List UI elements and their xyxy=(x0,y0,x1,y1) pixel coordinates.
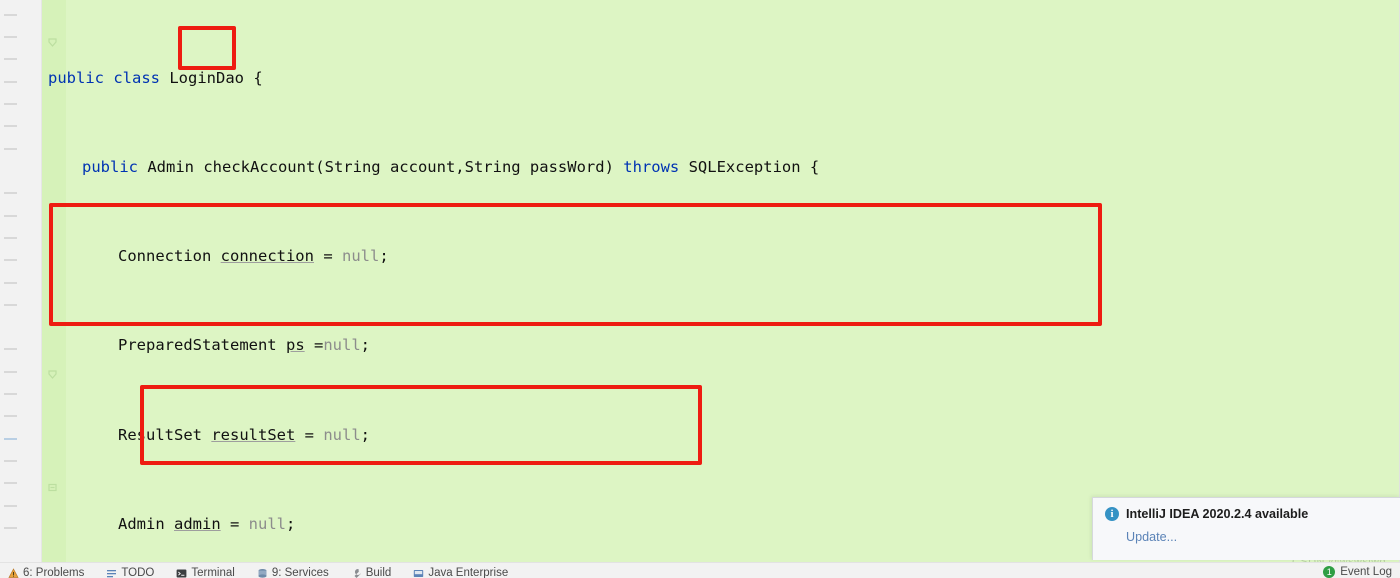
status-bar-label: TODO xyxy=(121,567,155,578)
code-line[interactable]: Connection connection = null; xyxy=(42,245,1400,267)
code-line[interactable]: public class LoginDao { xyxy=(42,67,1400,89)
source-code[interactable]: public class LoginDao { public Admin che… xyxy=(42,0,1400,562)
intellij-editor-window: public class LoginDao { public Admin che… xyxy=(0,0,1400,578)
problems-icon xyxy=(8,567,19,578)
status-bar-item-todo[interactable]: TODO xyxy=(106,567,154,578)
services-icon xyxy=(257,568,268,578)
terminal-icon xyxy=(176,568,187,578)
java-enterprise-icon xyxy=(413,568,424,578)
info-icon: i xyxy=(1105,507,1119,521)
build-icon xyxy=(351,568,362,578)
todo-icon xyxy=(106,568,117,578)
status-bar-label: 9: Services xyxy=(271,567,329,578)
notification-header: i IntelliJ IDEA 2020.2.4 available xyxy=(1105,507,1308,521)
status-bar-label: Java Enterprise xyxy=(428,567,509,578)
notification-title: IntelliJ IDEA 2020.2.4 available xyxy=(1126,507,1309,521)
code-editor-area[interactable]: public class LoginDao { public Admin che… xyxy=(42,0,1400,562)
status-bar-label: Build xyxy=(365,567,392,578)
update-notification-popup[interactable]: i IntelliJ IDEA 2020.2.4 available Updat… xyxy=(1092,497,1400,560)
status-bar-item-java-enterprise[interactable]: Java Enterprise xyxy=(413,567,508,578)
code-line[interactable]: ResultSet resultSet = null; xyxy=(42,424,1400,446)
code-line[interactable]: public Admin checkAccount(String account… xyxy=(42,156,1400,178)
editor-gutter[interactable] xyxy=(0,0,42,562)
code-line[interactable]: PreparedStatement ps =null; xyxy=(42,334,1400,356)
event-log-label: Event Log xyxy=(1340,566,1392,578)
status-bar-item-terminal[interactable]: Terminal xyxy=(176,567,235,578)
status-bar-label: 6: Problems xyxy=(23,567,85,578)
event-count-badge: 1 xyxy=(1323,566,1336,578)
status-bar-item-services[interactable]: 9: Services xyxy=(257,567,329,578)
update-link[interactable]: Update... xyxy=(1126,530,1177,544)
status-bar-item-build[interactable]: Build xyxy=(351,567,392,578)
status-bar-tool-buttons: 6: Problems TODO Terminal 9: Services Bu… xyxy=(8,567,508,578)
status-bar-label: Terminal xyxy=(191,567,235,578)
status-bar-item-problems[interactable]: 6: Problems xyxy=(8,567,84,578)
status-bar-event-log[interactable]: 1 Event Log xyxy=(1323,566,1392,578)
status-bar[interactable]: 6: Problems TODO Terminal 9: Services Bu… xyxy=(0,562,1400,578)
